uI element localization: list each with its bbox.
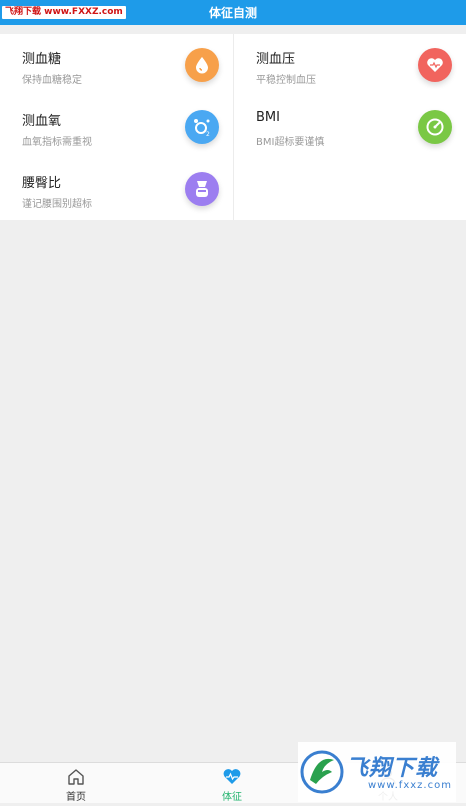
logo-text-en: www.fxxz.com (368, 780, 452, 791)
logo-overlay: 飞翔下载 www.fxxz.com (298, 742, 456, 802)
item-blood-sugar[interactable]: 测血糖 保持血糖稳定 (0, 34, 233, 96)
measure-grid: 测血糖 保持血糖稳定 测血压 平稳控制血压 测血氧 血氧指标需重视 2 BMI … (0, 34, 466, 220)
waist-icon (185, 172, 219, 206)
item-subtitle: 平稳控制血压 (256, 75, 316, 86)
item-subtitle: 谨记腰围别超标 (22, 199, 92, 210)
item-title: BMI (256, 110, 280, 125)
item-bmi[interactable]: BMI BMI超标要谨慎 (233, 96, 466, 158)
item-title: 腰臀比 (22, 176, 62, 191)
home-icon (68, 769, 84, 785)
tab-vitals[interactable]: 体征 (172, 763, 292, 803)
header-bar: 飞翔下载 www.FXXZ.com 体征自测 (0, 0, 466, 25)
blood-drop-icon (185, 48, 219, 82)
heart-icon (418, 48, 452, 82)
item-blood-oxygen[interactable]: 测血氧 血氧指标需重视 2 (0, 96, 233, 158)
gauge-icon (418, 110, 452, 144)
tab-label: 首页 (66, 792, 86, 803)
item-subtitle: 血氧指标需重视 (22, 137, 92, 148)
item-subtitle: 保持血糖稳定 (22, 75, 82, 86)
item-waist-hip-ratio[interactable]: 腰臀比 谨记腰围别超标 (0, 158, 233, 220)
item-blood-pressure[interactable]: 测血压 平稳控制血压 (233, 34, 466, 96)
svg-text:2: 2 (206, 131, 210, 138)
oxygen-icon: 2 (185, 110, 219, 144)
heartbeat-icon (223, 769, 241, 784)
item-title: 测血压 (256, 52, 296, 67)
item-title: 测血糖 (22, 52, 62, 67)
tab-label: 体征 (222, 792, 242, 803)
item-title: 测血氧 (22, 114, 62, 129)
tab-home[interactable]: 首页 (16, 763, 136, 803)
page-title: 体征自测 (208, 6, 257, 20)
item-subtitle: BMI超标要谨慎 (256, 137, 325, 148)
empty-cell (233, 158, 466, 220)
logo-text-cn: 飞翔下载 (346, 756, 439, 781)
